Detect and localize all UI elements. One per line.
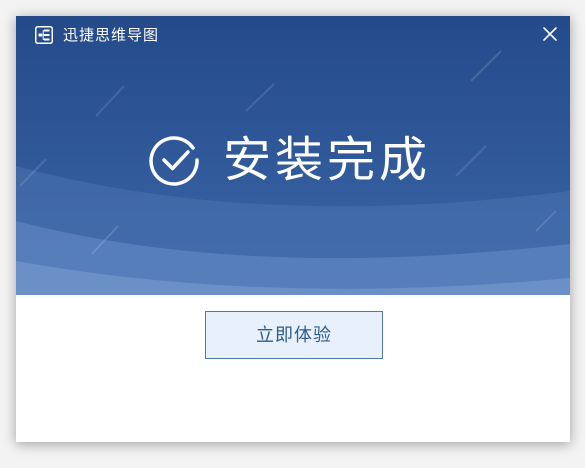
- installer-window: 迅捷思维导图 安装完成 立即体验: [16, 16, 570, 442]
- mindmap-app-icon: [35, 26, 53, 44]
- window-title: 迅捷思维导图: [63, 26, 160, 44]
- check-circle-icon: [149, 136, 199, 186]
- title-bar: 迅捷思维导图: [16, 16, 570, 54]
- close-icon[interactable]: [538, 22, 562, 46]
- install-complete-text: 安装完成: [223, 132, 432, 188]
- try-now-button[interactable]: 立即体验: [205, 311, 383, 359]
- install-status: 安装完成: [149, 128, 431, 192]
- hero-banner: 迅捷思维导图 安装完成: [16, 16, 570, 295]
